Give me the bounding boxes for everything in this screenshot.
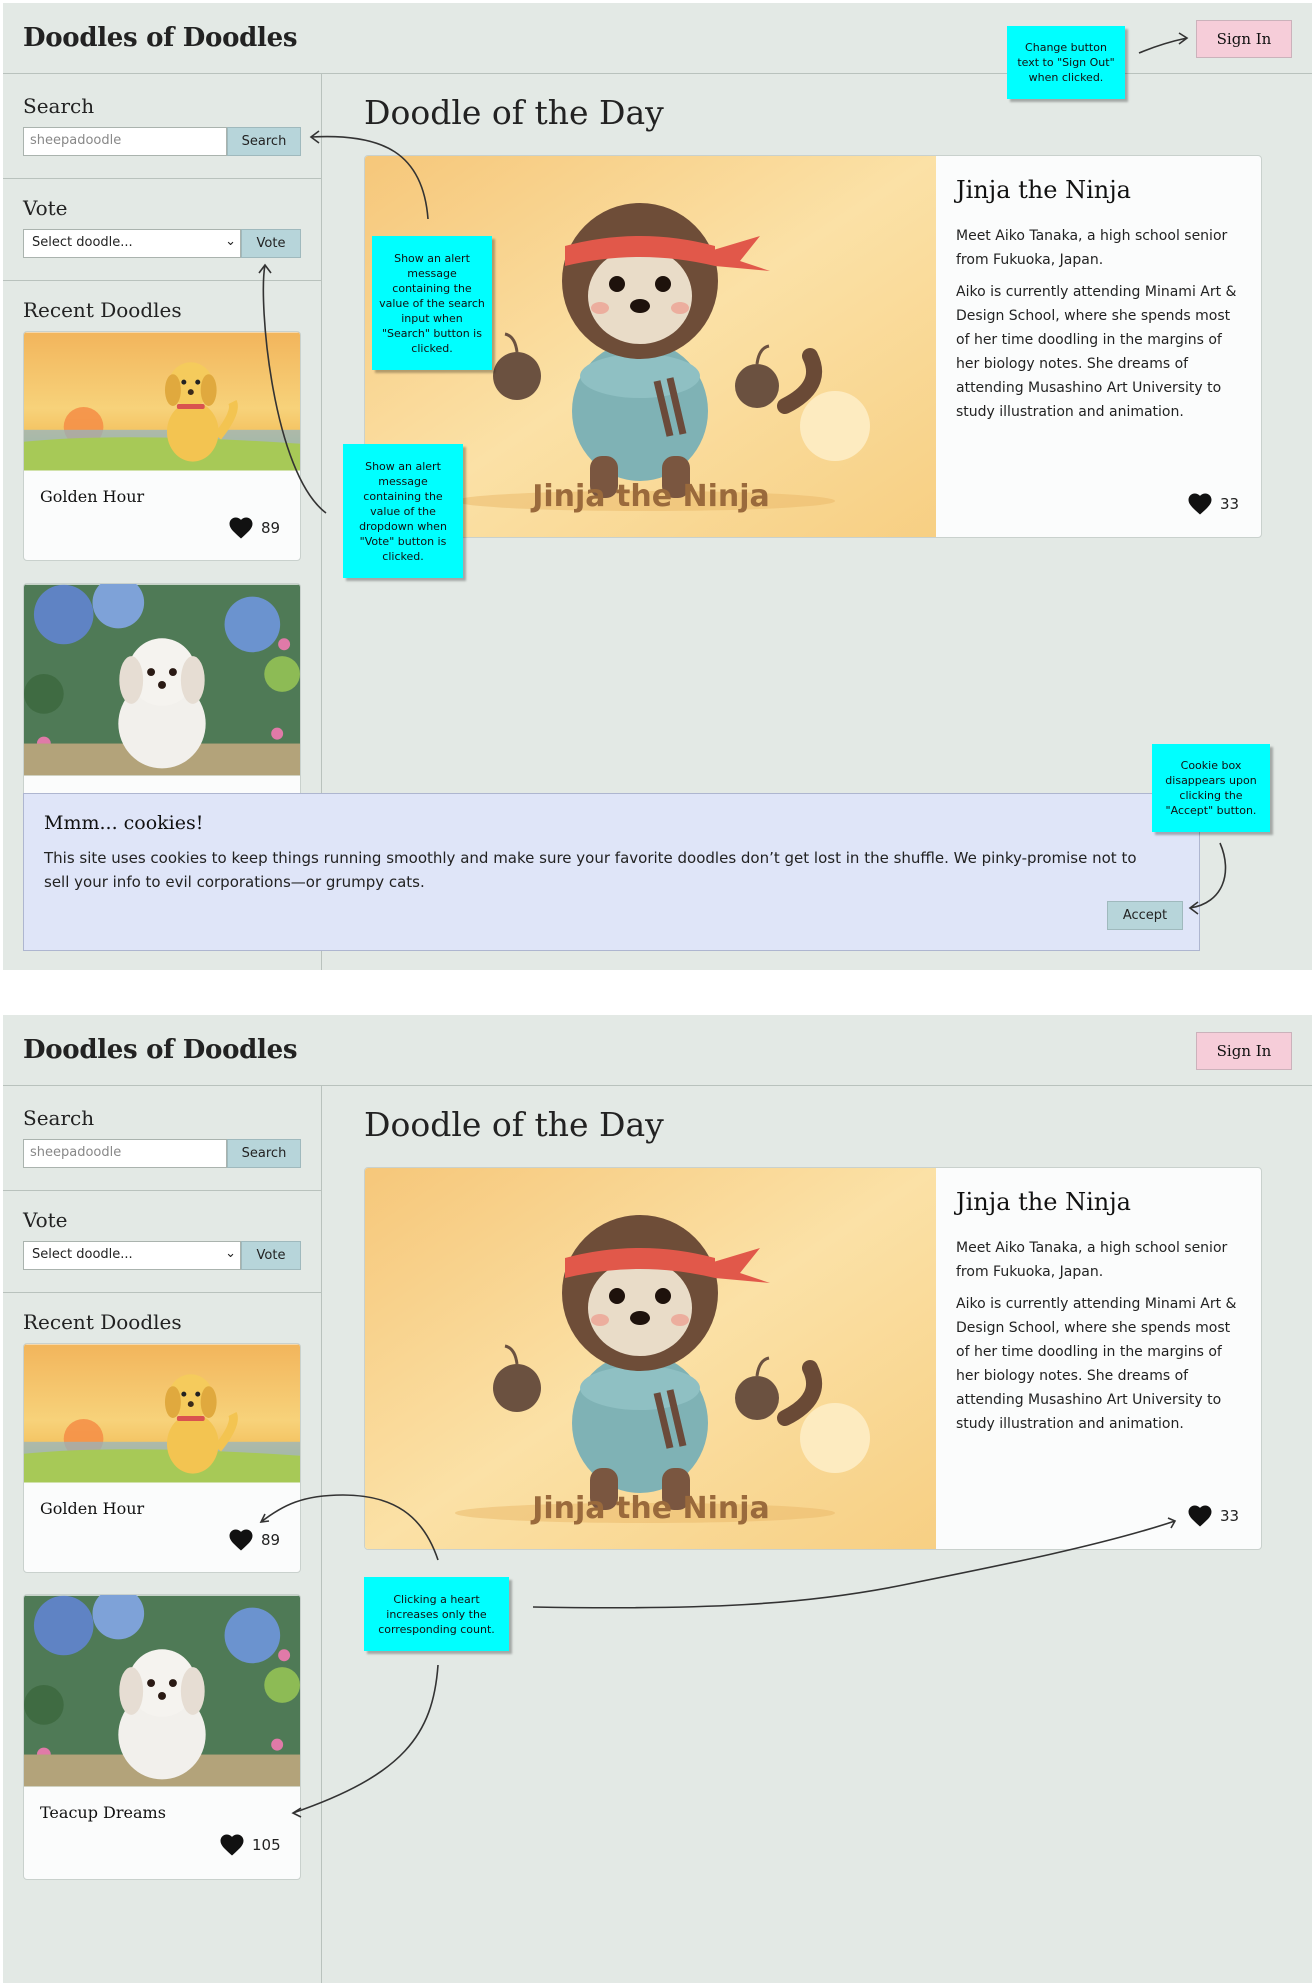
heart-icon[interactable] [220,1834,244,1856]
like-count: 105 [252,1836,281,1854]
site-title: Doodles of Doodles [23,1035,298,1065]
like-count: 89 [261,1531,281,1549]
like-button[interactable]: 33 [1188,493,1239,515]
vote-button[interactable]: Vote [241,1241,301,1270]
chevron-down-icon: ⌄ [225,234,236,249]
header: Doodles of Doodles Sign In [3,1015,1312,1086]
vote-select[interactable]: Select doodle... ⌄ [23,1241,241,1270]
heart-icon[interactable] [229,1529,253,1551]
heart-icon[interactable] [229,517,253,539]
doodle-description: Aiko is currently attending Minami Art &… [956,1296,1237,1432]
doodle-card-name: Golden Hour [40,487,145,506]
doodle-name: Jinja the Ninja [956,1188,1131,1216]
doodle-card-name: Teacup Dreams [40,1803,166,1822]
doodle-description: Aiko is currently attending Minami Art &… [956,284,1237,420]
annotation-heart: Clicking a heart increases only the corr… [364,1577,509,1651]
doodle-card-name: Golden Hour [40,1499,145,1518]
vote-select-value: Select doodle... [32,235,133,250]
like-button[interactable]: 105 [220,1834,281,1856]
like-button[interactable]: 89 [229,517,280,539]
site-title: Doodles of Doodles [23,23,298,53]
doodle-of-the-day-card: Jinja the Ninja Jinja the Ninja Meet Aik… [364,1167,1262,1550]
vote-heading: Vote [23,1208,68,1232]
vote-heading: Vote [23,196,68,220]
sign-in-button[interactable]: Sign In [1196,1032,1292,1070]
vote-select[interactable]: Select doodle... ⌄ [23,229,241,258]
vote-select-value: Select doodle... [32,1247,133,1262]
search-heading: Search [23,1106,95,1130]
annotation-signout: Change button text to "Sign Out" when cl… [1007,26,1125,99]
cookie-banner: Mmm... cookies! This site uses cookies t… [23,793,1200,951]
heart-icon[interactable] [1188,493,1212,515]
sidebar-divider [3,1190,322,1191]
sidebar-divider [3,178,322,179]
annotation-cookie-accept: Cookie box disappears upon clicking the … [1152,744,1270,832]
app-screenshot-1: Doodles of Doodles Sign In Search sheepa… [3,3,1312,970]
golden-hour-image [24,1344,300,1483]
sign-in-button[interactable]: Sign In [1196,20,1292,58]
page-title: Doodle of the Day [364,93,664,132]
annotation-search-alert: Show an alert message containing the val… [372,236,492,370]
search-button[interactable]: Search [227,127,301,156]
annotation-vote-alert: Show an alert message containing the val… [343,444,463,578]
jinja-the-ninja-image: Jinja the Ninja [365,1168,936,1550]
search-input[interactable]: sheepadoodle [23,1139,227,1168]
doodle-card: Teacup Dreams 105 [23,1594,301,1880]
doodle-card: Golden Hour 89 [23,1343,301,1573]
doodle-card: Golden Hour 89 [23,331,301,561]
doodle-intro: Meet Aiko Tanaka, a high school senior f… [956,1240,1228,1280]
recent-doodles-heading: Recent Doodles [23,1310,182,1334]
vote-button[interactable]: Vote [241,229,301,258]
page-title: Doodle of the Day [364,1105,664,1144]
app-screenshot-2: Doodles of Doodles Sign In Search sheepa… [3,1015,1312,1983]
heart-icon[interactable] [1188,1505,1212,1527]
like-button[interactable]: 89 [229,1529,280,1551]
accept-button[interactable]: Accept [1107,901,1183,930]
doodle-card [23,583,301,823]
search-input[interactable]: sheepadoodle [23,127,227,156]
like-count: 33 [1220,495,1240,513]
golden-hour-image [24,332,300,471]
cookie-text: This site uses cookies to keep things ru… [44,849,1137,891]
search-button[interactable]: Search [227,1139,301,1168]
like-button[interactable]: 33 [1188,1505,1239,1527]
like-count: 89 [261,519,281,537]
image-caption: Jinja the Ninja [530,1491,770,1526]
doodle-intro: Meet Aiko Tanaka, a high school senior f… [956,228,1228,268]
cookie-heading: Mmm... cookies! [44,812,204,834]
sidebar: Search sheepadoodle Search Vote Select d… [3,1086,322,1983]
search-heading: Search [23,94,95,118]
chevron-down-icon: ⌄ [225,1246,236,1261]
sidebar-divider [3,280,322,281]
image-caption: Jinja the Ninja [530,479,770,514]
like-count: 33 [1220,1507,1240,1525]
doodle-name: Jinja the Ninja [956,176,1131,204]
teacup-dreams-image [24,1595,300,1787]
recent-doodles-heading: Recent Doodles [23,298,182,322]
doodle-of-the-day-card: Jinja the Ninja Jinja the Ninja Meet Aik… [364,155,1262,538]
teacup-dreams-image [24,584,300,776]
sidebar-divider [3,1292,322,1293]
